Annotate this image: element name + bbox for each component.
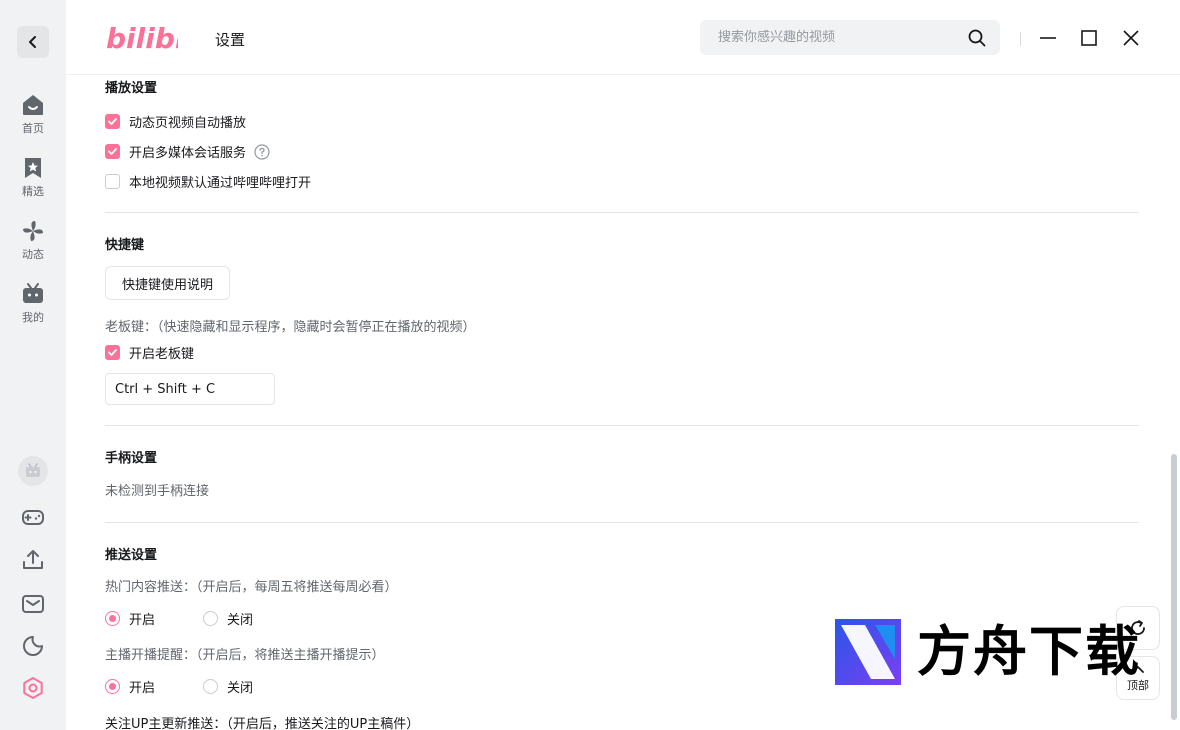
minimize-button[interactable] bbox=[1038, 28, 1058, 48]
hot-push-description: 热门内容推送：（开启后，每周五将推送每周必看） bbox=[105, 580, 398, 595]
radio-off[interactable]: 关闭 bbox=[203, 677, 253, 696]
bilibili-logo[interactable]: bilibili bbox=[106, 20, 178, 56]
sidebar-item-home[interactable]: 首页 bbox=[0, 93, 66, 136]
radio-button[interactable] bbox=[105, 611, 120, 626]
page-title: 设置 bbox=[215, 31, 246, 49]
checkmark-icon bbox=[108, 148, 117, 155]
sidebar-item-mine[interactable]: 我的 bbox=[0, 282, 66, 325]
scrollbar[interactable] bbox=[1169, 76, 1179, 730]
radio-button[interactable] bbox=[203, 611, 219, 626]
maximize-button[interactable] bbox=[1079, 28, 1099, 48]
header-divider bbox=[1020, 32, 1021, 46]
live-push-options: 开启 关闭 bbox=[105, 677, 301, 696]
close-button[interactable] bbox=[1121, 28, 1141, 48]
sidebar-item-featured[interactable]: 精选 bbox=[0, 156, 66, 199]
mail-icon bbox=[22, 595, 44, 613]
minimize-icon bbox=[1040, 37, 1056, 39]
bookmark-icon bbox=[25, 158, 41, 178]
app-window: 首页 精选 动态 我的 bilib 设置 搜索你感兴趣的视频 播放设置 动态页视… bbox=[0, 0, 1180, 730]
option-local-video[interactable]: 本地视频默认通过哔哩哔哩打开 bbox=[105, 172, 311, 191]
option-label: 动态页视频自动播放 bbox=[129, 116, 247, 131]
gamepad-status: 未检测到手柄连接 bbox=[105, 484, 210, 499]
upload-icon bbox=[23, 550, 43, 569]
checkbox[interactable] bbox=[105, 174, 120, 189]
option-autoplay[interactable]: 动态页视频自动播放 bbox=[105, 112, 246, 131]
option-media-session[interactable]: 开启多媒体会话服务 bbox=[105, 142, 270, 161]
follow-push-description: 关注UP主更新推送：（开启后，推送关注的UP主稿件） bbox=[105, 717, 420, 730]
mail-button[interactable] bbox=[21, 592, 45, 616]
avatar-icon bbox=[26, 463, 40, 477]
sidebar-item-label: 精选 bbox=[22, 185, 44, 198]
section-divider bbox=[105, 212, 1139, 213]
sidebar-item-label: 动态 bbox=[22, 248, 44, 261]
option-label: 本地视频默认通过哔哩哔哩打开 bbox=[129, 176, 312, 191]
radio-button[interactable] bbox=[203, 679, 219, 694]
sidebar-item-label: 我的 bbox=[22, 311, 44, 324]
radio-on[interactable]: 开启 bbox=[105, 609, 155, 628]
pinwheel-icon bbox=[23, 221, 43, 241]
radio-label: 开启 bbox=[129, 613, 156, 628]
upload-button[interactable] bbox=[21, 548, 45, 572]
radio-label: 关闭 bbox=[227, 681, 254, 696]
settings-icon bbox=[23, 677, 43, 699]
help-icon[interactable] bbox=[254, 143, 270, 160]
moon-icon bbox=[23, 636, 43, 656]
scrollbar-thumb[interactable] bbox=[1171, 454, 1177, 720]
boss-key-input[interactable] bbox=[105, 373, 275, 405]
theme-button[interactable] bbox=[21, 634, 45, 658]
chevron-left-icon bbox=[29, 36, 36, 48]
checkmark-icon bbox=[108, 349, 117, 356]
search-box bbox=[700, 20, 1000, 55]
radio-off[interactable]: 关闭 bbox=[203, 609, 253, 628]
avatar[interactable] bbox=[18, 456, 48, 486]
search-input[interactable] bbox=[700, 20, 960, 55]
search-icon[interactable] bbox=[968, 29, 986, 47]
shortcut-help-button[interactable]: 快捷键使用说明 bbox=[105, 266, 231, 300]
section-title-playback: 播放设置 bbox=[105, 81, 158, 96]
gamepad-icon bbox=[22, 510, 44, 525]
live-push-description: 主播开播提醒：（开启后，将推送主播开播提示） bbox=[105, 648, 385, 663]
option-label: 开启老板键 bbox=[129, 347, 195, 362]
section-divider bbox=[105, 522, 1139, 523]
section-divider bbox=[105, 425, 1139, 426]
boss-key-description: 老板键：（快速隐藏和显示程序，隐藏时会暂停正在播放的视频） bbox=[105, 320, 476, 335]
tv-icon bbox=[23, 283, 43, 303]
option-label: 开启多媒体会话服务 bbox=[129, 146, 247, 161]
checkmark-icon bbox=[108, 118, 117, 125]
close-icon bbox=[1123, 30, 1139, 46]
home-icon bbox=[23, 95, 43, 115]
back-button[interactable] bbox=[17, 26, 49, 58]
watermark-text: 方舟下载 bbox=[917, 620, 1141, 683]
option-boss-key[interactable]: 开启老板键 bbox=[105, 343, 194, 362]
checkbox[interactable] bbox=[105, 345, 120, 360]
settings-button[interactable] bbox=[21, 676, 45, 700]
radio-label: 开启 bbox=[129, 681, 156, 696]
maximize-icon bbox=[1081, 30, 1097, 46]
header: bilibili 设置 bbox=[66, 0, 1180, 75]
radio-button[interactable] bbox=[105, 679, 120, 694]
sidebar-item-dynamic[interactable]: 动态 bbox=[0, 219, 66, 262]
section-title-push: 推送设置 bbox=[105, 548, 158, 563]
checkbox[interactable] bbox=[105, 114, 120, 129]
watermark-logo-icon bbox=[835, 619, 901, 685]
watermark: 方舟下载 bbox=[835, 618, 1145, 686]
sidebar-item-label: 首页 bbox=[22, 122, 44, 135]
sidebar: 首页 精选 动态 我的 bbox=[0, 0, 66, 730]
checkbox[interactable] bbox=[105, 144, 120, 159]
radio-on[interactable]: 开启 bbox=[105, 677, 155, 696]
section-title-shortcuts: 快捷键 bbox=[105, 238, 145, 253]
gamepad-button[interactable] bbox=[21, 505, 45, 529]
hot-push-options: 开启 关闭 bbox=[105, 609, 301, 628]
section-title-gamepad: 手柄设置 bbox=[105, 451, 158, 466]
radio-label: 关闭 bbox=[227, 613, 254, 628]
svg-text:bilibili: bilibili bbox=[106, 22, 178, 55]
